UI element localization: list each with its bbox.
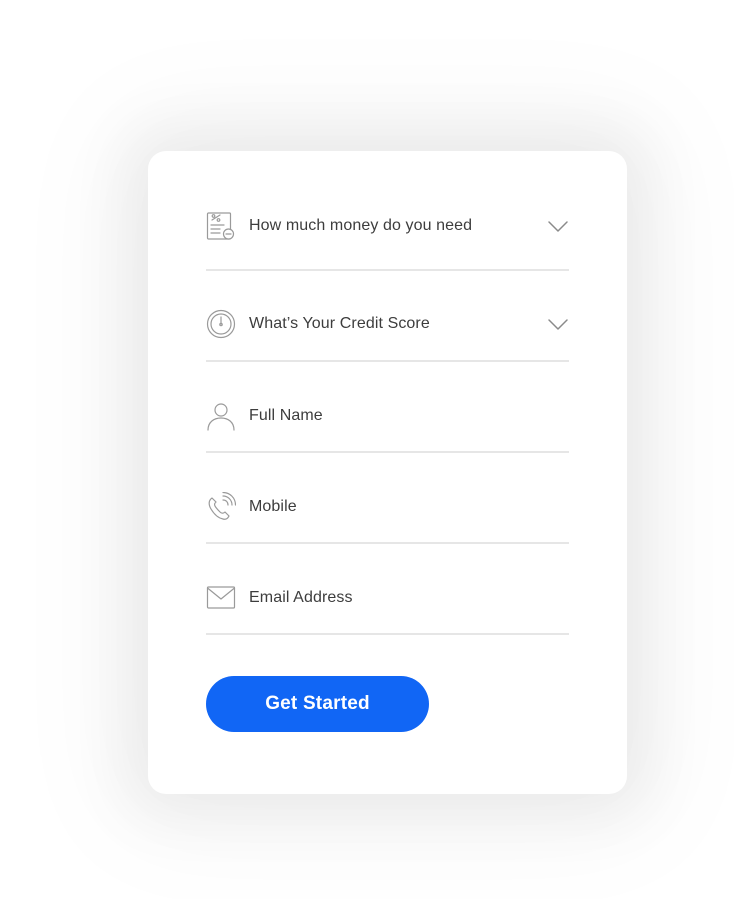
field-divider [206, 269, 569, 271]
field-divider [206, 542, 569, 544]
loan-amount-dropdown[interactable]: How much money do you need [206, 206, 569, 246]
email-placeholder: Email Address [249, 589, 353, 606]
full-name-placeholder: Full Name [249, 407, 323, 424]
phone-icon [206, 492, 236, 522]
chevron-down-icon[interactable] [547, 219, 569, 233]
get-started-button[interactable]: Get Started [206, 676, 429, 732]
credit-score-label: What’s Your Credit Score [249, 315, 430, 332]
mobile-field[interactable]: Mobile [206, 487, 569, 527]
gauge-icon [206, 309, 236, 339]
field-divider [206, 633, 569, 635]
email-field[interactable]: Email Address [206, 578, 569, 618]
mobile-placeholder: Mobile [249, 498, 297, 515]
field-divider [206, 451, 569, 453]
envelope-icon [206, 583, 236, 613]
page-background: How much money do you need What’s Your C… [0, 0, 734, 899]
field-divider [206, 360, 569, 362]
full-name-field[interactable]: Full Name [206, 396, 569, 436]
loan-amount-label: How much money do you need [249, 217, 473, 234]
chevron-down-icon[interactable] [547, 317, 569, 331]
loan-percent-icon [206, 211, 236, 241]
credit-score-dropdown[interactable]: What’s Your Credit Score [206, 304, 569, 344]
user-icon [206, 401, 236, 431]
loan-form-card: How much money do you need What’s Your C… [148, 151, 627, 794]
